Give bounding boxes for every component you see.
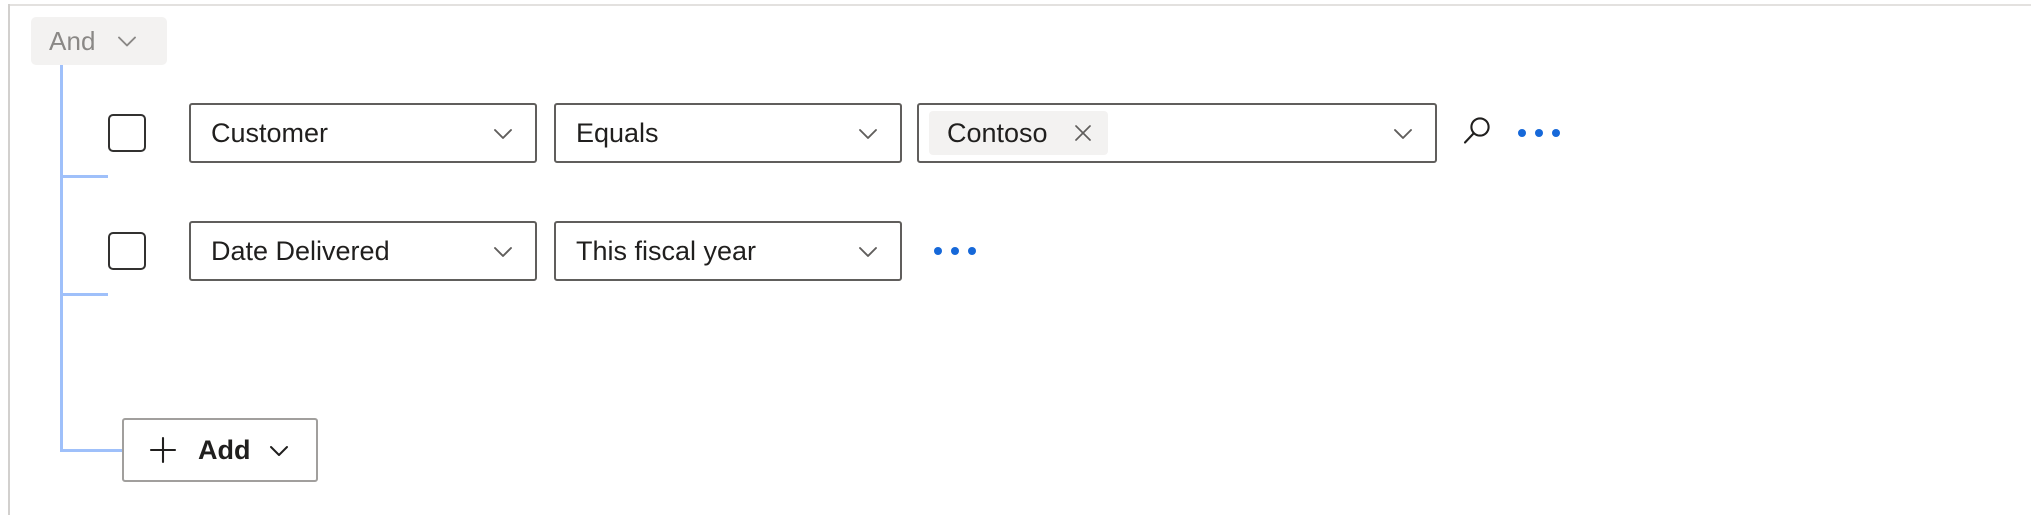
condition-operator-value: This fiscal year (576, 235, 757, 266)
group-operator-dropdown[interactable]: And (31, 17, 167, 65)
tree-connector-spine (60, 65, 63, 452)
condition-row: Customer Equals Contoso (108, 101, 1562, 165)
condition-field-dropdown[interactable]: Customer (189, 103, 537, 163)
chevron-down-icon (487, 117, 519, 149)
chevron-down-icon (852, 235, 884, 267)
more-horizontal-icon (934, 247, 976, 255)
more-horizontal-icon (1518, 129, 1560, 137)
condition-row: Date Delivered This fiscal year (108, 219, 978, 283)
chevron-down-icon (852, 117, 884, 149)
value-search-button[interactable] (1454, 110, 1500, 156)
frame-left-border (8, 4, 10, 515)
chevron-down-icon (112, 26, 142, 56)
condition-overflow-menu[interactable] (1516, 110, 1562, 156)
add-button-label: Add (198, 434, 251, 465)
add-button[interactable]: Add (122, 418, 319, 482)
tree-connector-branch-row-1 (60, 175, 108, 178)
condition-operator-dropdown[interactable]: This fiscal year (554, 221, 902, 281)
condition-field-dropdown[interactable]: Date Delivered (189, 221, 537, 281)
condition-row-checkbox[interactable] (108, 114, 146, 152)
chevron-down-icon (264, 435, 294, 465)
condition-field-value: Date Delivered (211, 235, 390, 266)
value-token[interactable]: Contoso (929, 111, 1108, 155)
chevron-down-icon (1387, 117, 1419, 149)
tree-connector-branch-row-2 (60, 293, 108, 296)
condition-row-checkbox[interactable] (108, 232, 146, 270)
tree-connector-branch-add (60, 449, 122, 452)
condition-overflow-menu[interactable] (932, 228, 978, 274)
condition-operator-value: Equals (576, 117, 659, 148)
search-icon (1456, 111, 1498, 156)
close-icon[interactable] (1066, 116, 1100, 150)
group-operator-label: And (49, 25, 96, 56)
condition-field-value: Customer (211, 117, 329, 148)
condition-value-tokens: Contoso (929, 111, 1377, 155)
value-token-label: Contoso (947, 117, 1048, 148)
plus-icon (146, 433, 180, 467)
condition-operator-dropdown[interactable]: Equals (554, 103, 902, 163)
filter-builder-canvas: And Customer Equals Contoso Date Deliver… (0, 0, 2031, 515)
frame-top-border (9, 4, 2031, 6)
chevron-down-icon (487, 235, 519, 267)
condition-value-dropdown[interactable]: Contoso (917, 103, 1437, 163)
